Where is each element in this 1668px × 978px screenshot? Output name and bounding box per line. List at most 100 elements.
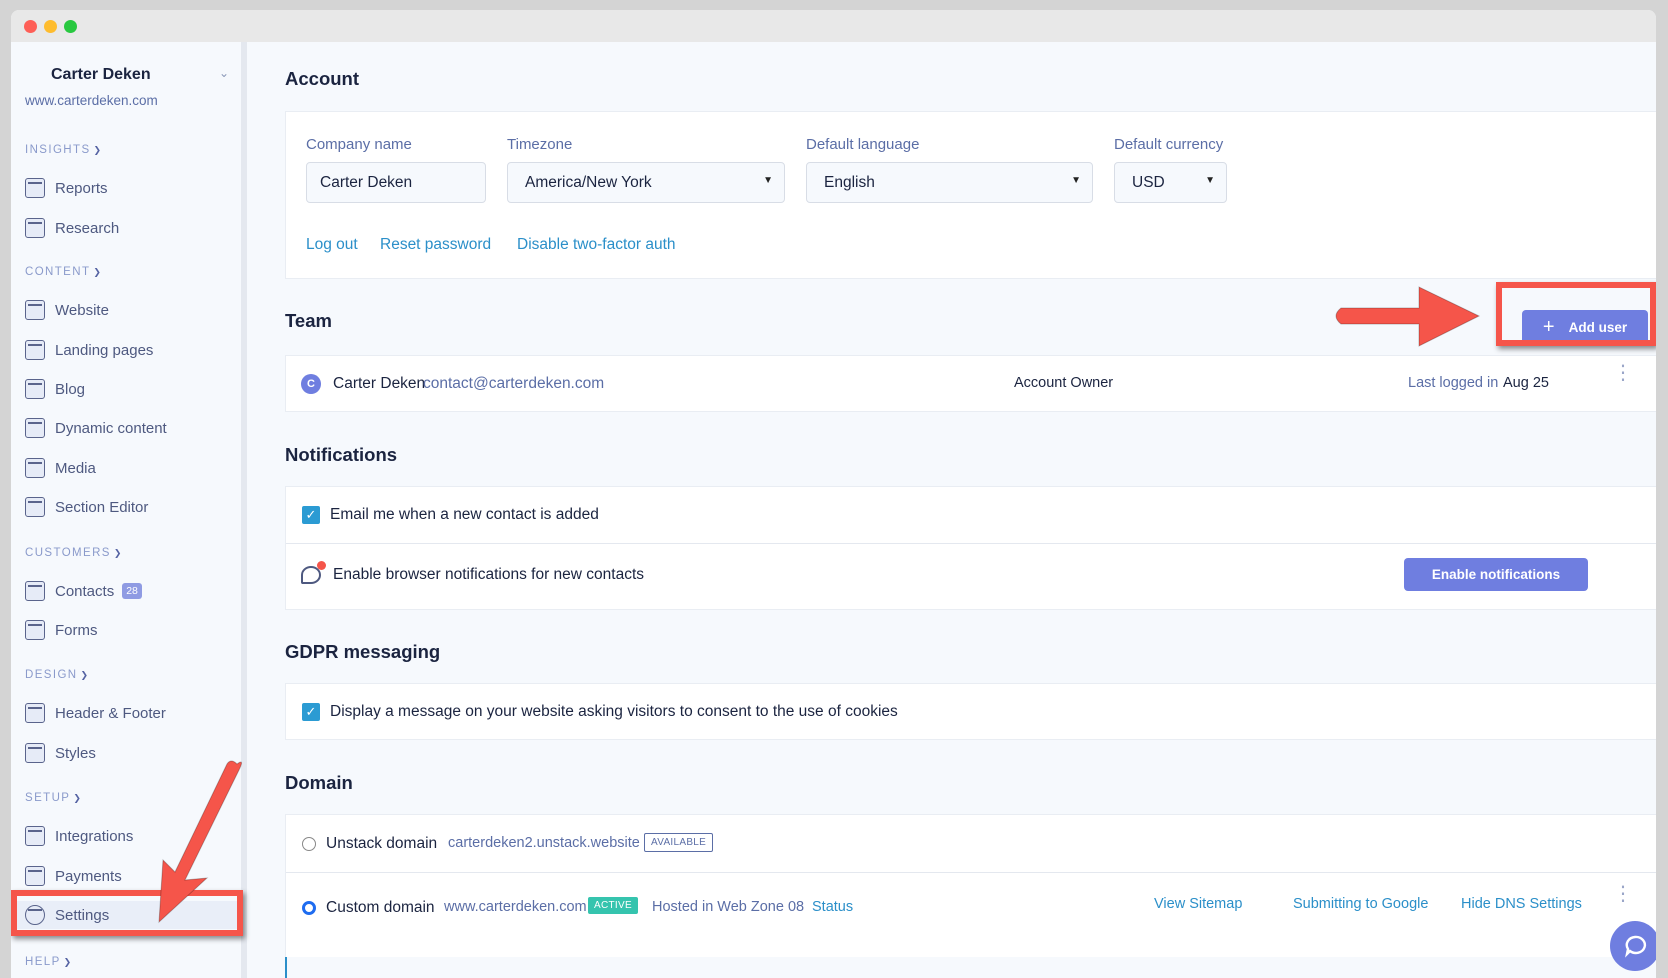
available-tag: AVAILABLE [644,833,714,852]
org-name[interactable]: Carter Deken [51,66,151,84]
section-title: CONTENT [25,266,91,278]
chevron-down-icon: ▼ [763,175,773,186]
website-icon [25,300,45,320]
sidebar-item-reports[interactable]: Reports [25,174,235,202]
chevron-down-icon: ❯ [93,145,103,155]
reset-password-link[interactable]: Reset password [380,236,491,254]
sidebar-item-media[interactable]: Media [25,454,235,482]
custom-domain-radio[interactable] [302,901,316,915]
sidebar-item-label: Research [55,219,120,237]
chevron-down-icon: ▼ [1071,175,1081,186]
active-tag: ACTIVE [588,897,638,914]
chat-button[interactable] [1610,921,1656,971]
divider [286,543,1656,544]
sidebar-item-label: Website [55,301,109,319]
nav-section-insights[interactable]: INSIGHTS ❯ [25,144,102,156]
sidebar-item-label: Blog [55,380,86,398]
language-select[interactable]: English ▼ [806,162,1093,203]
log-out-link[interactable]: Log out [306,236,358,254]
title-bar [11,10,1656,42]
custom-domain-label: Custom domain [326,899,435,916]
domain-options-icon[interactable]: ⋮ [1613,884,1633,904]
sidebar-item-contacts[interactable]: Contacts 28 [25,577,235,605]
landing-pages-icon [25,340,45,360]
email-notify-checkbox[interactable]: ✓ [302,506,320,524]
sidebar-item-research[interactable]: Research [25,214,235,242]
chevron-down-icon[interactable]: ⌄ [219,66,229,80]
sidebar-item-label: Contacts [55,582,115,600]
gdpr-card: ✓ Display a message on your website aski… [285,683,1656,740]
nav-section-customers[interactable]: CUSTOMERS ❯ [25,547,123,559]
member-email[interactable]: contact@carterdeken.com [423,375,604,393]
hosted-zone-text: Hosted in Web Zone 08 [652,899,805,915]
sidebar-item-label: Media [55,459,96,477]
timezone-select[interactable]: America/New York ▼ [507,162,785,203]
sidebar-item-label: Section Editor [55,498,149,516]
reports-icon [25,178,45,198]
integrations-icon [25,826,45,846]
gdpr-label: Display a message on your website asking… [330,703,898,720]
last-login-label: Last logged in [1408,375,1499,391]
member-options-icon[interactable]: ⋮ [1613,363,1633,383]
section-title: CUSTOMERS [25,547,111,559]
chevron-down-icon: ▼ [1205,175,1215,186]
view-sitemap-link[interactable]: View Sitemap [1154,896,1242,912]
submitting-to-google-link[interactable]: Submitting to Google [1293,896,1428,912]
sidebar-item-header-footer[interactable]: Header & Footer [25,699,235,727]
custom-domain-url[interactable]: www.carterdeken.com [444,899,587,915]
org-url[interactable]: www.carterdeken.com [25,93,158,108]
member-role: Account Owner [1014,375,1114,391]
chevron-down-icon: ❯ [63,957,73,967]
dynamic-content-icon [25,418,45,438]
unstack-domain-url[interactable]: carterdeken2.unstack.website [448,835,640,851]
chevron-down-icon: ❯ [113,548,123,558]
close-window-button[interactable] [24,20,37,33]
hide-dns-settings-link[interactable]: Hide DNS Settings [1461,896,1582,912]
nav-section-design[interactable]: DESIGN ❯ [25,669,89,681]
status-link[interactable]: Status [812,899,853,915]
payments-icon [25,866,45,886]
chevron-down-icon: ❯ [93,267,103,277]
check-icon: ✓ [305,507,317,522]
minimize-window-button[interactable] [44,20,57,33]
sidebar-item-label: Dynamic content [55,419,167,437]
research-icon [25,218,45,238]
section-title: INSIGHTS [25,144,91,156]
nav-section-content[interactable]: CONTENT ❯ [25,266,102,278]
scroll-indicator [285,957,287,978]
member-name: Carter Deken [333,375,426,392]
check-icon: ✓ [305,704,317,719]
notifications-heading: Notifications [285,444,398,465]
enable-notifications-button[interactable]: Enable notifications [1404,558,1588,591]
annotation-arrow-down-left [158,760,243,924]
company-name-input[interactable]: Carter Deken [306,162,486,203]
header-footer-icon [25,703,45,723]
blog-icon [25,379,45,399]
disable-2fa-link[interactable]: Disable two-factor auth [517,236,676,254]
sidebar-item-landing-pages[interactable]: Landing pages [25,336,235,364]
sidebar-item-dynamic-content[interactable]: Dynamic content [25,414,235,442]
sidebar-item-forms[interactable]: Forms [25,616,235,644]
sidebar-item-label: Reports [55,179,108,197]
divider [286,872,1656,873]
currency-select[interactable]: USD ▼ [1114,162,1227,203]
forms-icon [25,620,45,640]
contacts-count-badge: 28 [122,583,142,599]
currency-value: USD [1132,173,1165,191]
email-notify-label: Email me when a new contact is added [330,506,599,523]
gdpr-checkbox[interactable]: ✓ [302,703,320,721]
maximize-window-button[interactable] [64,20,77,33]
nav-section-help[interactable]: HELP ❯ [25,956,73,968]
sidebar-item-website[interactable]: Website [25,296,235,324]
language-value: English [824,173,875,191]
nav-section-setup[interactable]: SETUP ❯ [25,792,82,804]
sidebar-item-blog[interactable]: Blog [25,375,235,403]
domain-card: Unstack domain carterdeken2.unstack.webs… [285,814,1656,957]
account-card: Company name Carter Deken Timezone Ameri… [285,111,1656,279]
sidebar-item-section-editor[interactable]: Section Editor [25,493,235,521]
company-name-value: Carter Deken [320,173,413,191]
domain-heading: Domain [285,772,353,793]
unstack-domain-radio[interactable] [302,837,316,851]
sidebar-item-label: Payments [55,867,122,885]
section-title: DESIGN [25,669,78,681]
